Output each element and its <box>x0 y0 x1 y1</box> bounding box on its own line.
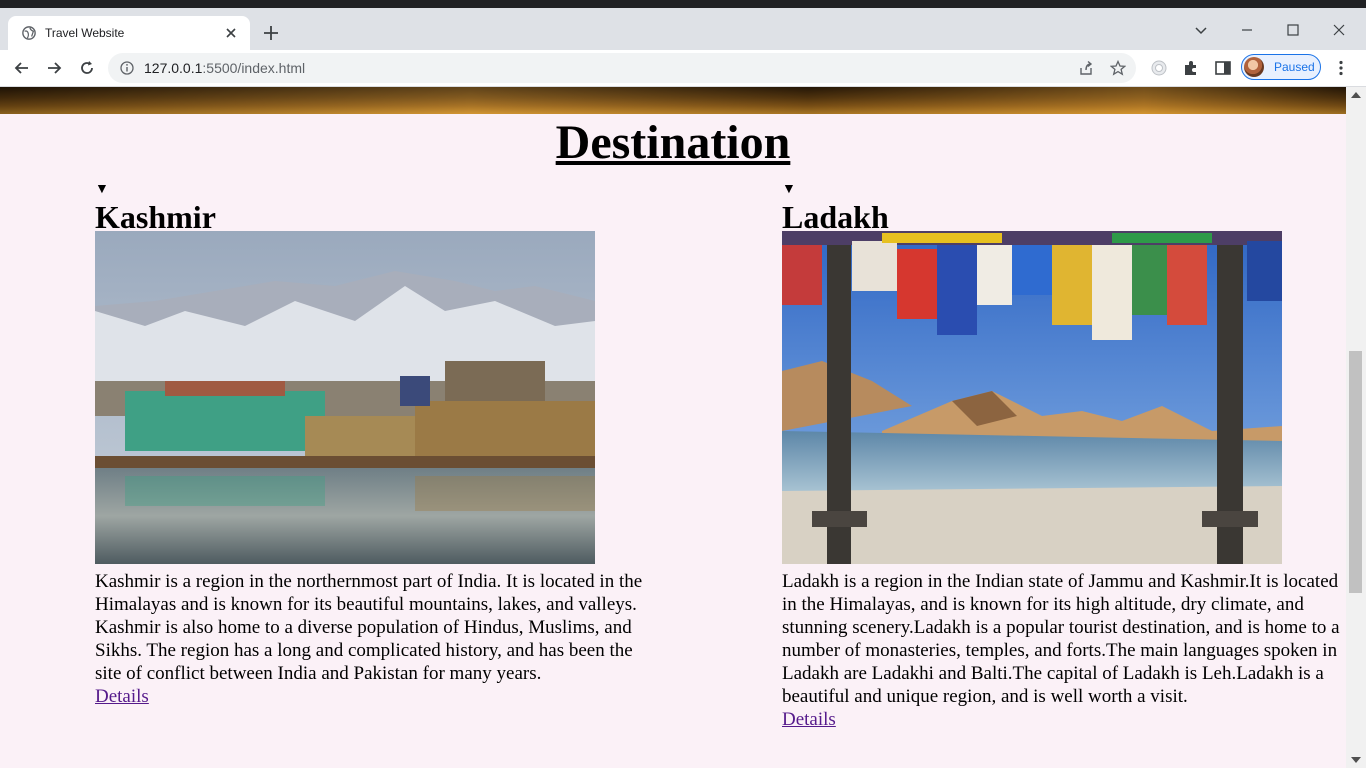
share-icon[interactable] <box>1078 60 1094 76</box>
puzzle-icon[interactable] <box>1182 59 1200 77</box>
avatar <box>1244 57 1264 77</box>
browser-tab[interactable]: Travel Website <box>8 16 250 50</box>
url-host: 127.0.0.1 <box>144 60 203 76</box>
scroll-up-icon[interactable] <box>1351 92 1361 98</box>
details-link[interactable]: Details <box>95 686 149 707</box>
extension-icon[interactable] <box>1150 59 1168 77</box>
close-icon[interactable] <box>224 26 238 40</box>
section-title: Destination <box>555 116 791 169</box>
info-icon[interactable] <box>120 61 134 75</box>
tab-title: Travel Website <box>45 26 125 40</box>
destination-description: Ladakh is a region in the Indian state o… <box>782 571 1340 707</box>
forward-icon[interactable] <box>44 58 64 78</box>
sidepanel-icon[interactable] <box>1214 59 1232 77</box>
globe-icon <box>22 26 36 40</box>
details-link[interactable]: Details <box>782 709 836 730</box>
destination-card-ladakh: ▼ Ladakh Ladakh is a region in the India… <box>782 183 1342 731</box>
address-bar[interactable]: 127.0.0.1:5500/index.html <box>108 53 1136 83</box>
scroll-down-icon[interactable] <box>1351 757 1361 763</box>
plus-icon[interactable] <box>262 24 280 42</box>
menu-icon[interactable] <box>1332 59 1350 77</box>
browser-toolbar: 127.0.0.1:5500/index.html Paused <box>0 50 1366 87</box>
details-disclosure-marker[interactable]: ▼ <box>782 183 1342 197</box>
scrollbar-thumb[interactable] <box>1349 351 1362 593</box>
maximize-icon[interactable] <box>1283 20 1303 40</box>
url-text[interactable]: 127.0.0.1:5500/index.html <box>144 60 305 76</box>
profile-status-label: Paused <box>1274 60 1315 74</box>
destination-description: Kashmir is a region in the northernmost … <box>95 571 643 684</box>
ladakh-photo <box>782 231 1282 564</box>
close-window-icon[interactable] <box>1329 20 1349 40</box>
star-icon[interactable] <box>1110 60 1126 76</box>
page-scrollbar[interactable] <box>1346 87 1366 768</box>
url-path: :5500/index.html <box>202 60 306 76</box>
window-top-edge <box>0 0 1366 8</box>
details-disclosure-marker[interactable]: ▼ <box>95 183 655 197</box>
kashmir-photo <box>95 231 595 564</box>
minimize-icon[interactable] <box>1237 20 1257 40</box>
hero-image-bottom <box>0 87 1346 114</box>
destination-card-kashmir: ▼ Kashmir Kashmir is a region in the nor… <box>95 183 655 708</box>
tab-strip: Travel Website <box>0 8 1366 50</box>
back-icon[interactable] <box>12 58 32 78</box>
chevron-down-icon[interactable] <box>1191 20 1211 40</box>
reload-icon[interactable] <box>77 58 97 78</box>
profile-button[interactable]: Paused <box>1241 54 1321 80</box>
page-viewport: Destination ▼ Kashmir Kashmir is a regio… <box>0 87 1366 768</box>
